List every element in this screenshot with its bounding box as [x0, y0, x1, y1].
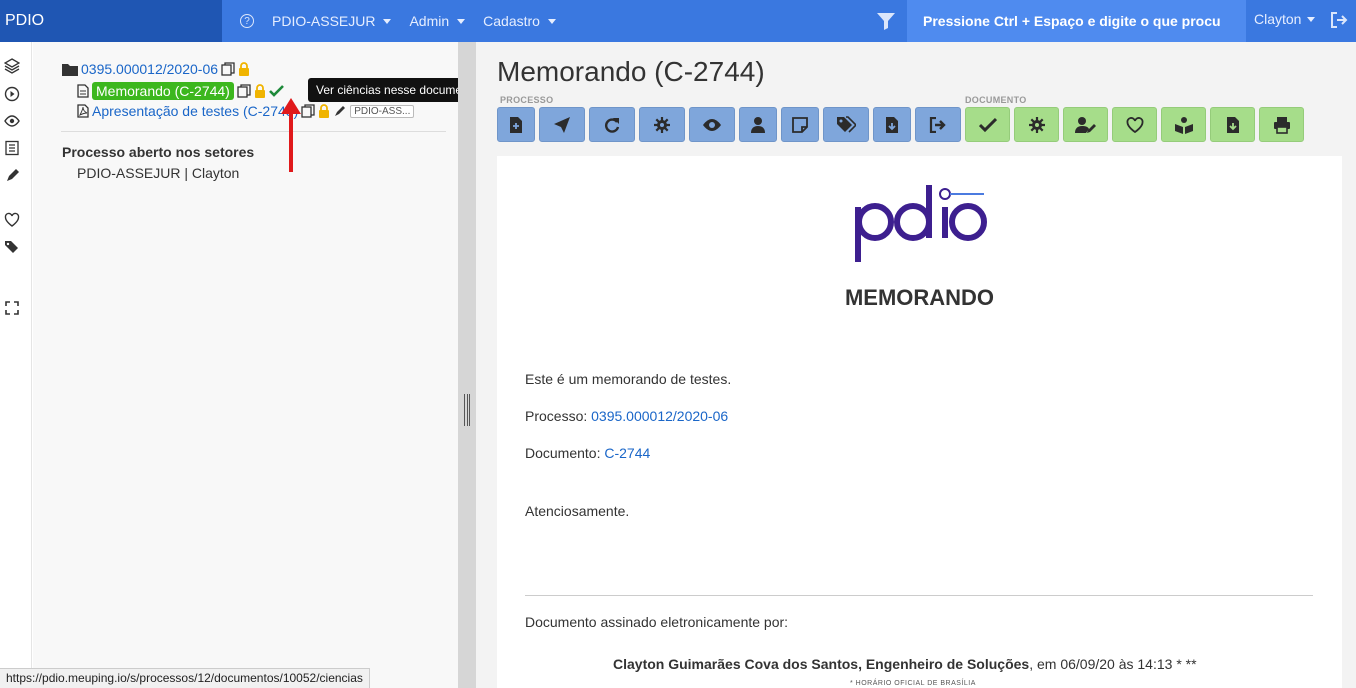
exit-process-button[interactable]: [915, 107, 961, 142]
filter-icon[interactable]: [876, 11, 896, 31]
document-reference-link[interactable]: C-2744: [604, 445, 650, 461]
signature-icon[interactable]: [333, 104, 347, 118]
favorite-button[interactable]: [1112, 107, 1157, 142]
sectors-heading: Processo aberto nos setores: [62, 144, 255, 160]
sticky-note-icon: [792, 116, 808, 133]
new-document-button[interactable]: [497, 107, 535, 142]
sectors-value: PDIO-ASSEJUR | Clayton: [77, 165, 240, 181]
menu-admin[interactable]: Admin: [409, 13, 466, 29]
download-document-button[interactable]: [1210, 107, 1255, 142]
user-icon: [751, 116, 765, 133]
send-button[interactable]: [539, 107, 585, 142]
top-navbar: PDIO ? PDIO-ASSEJUR Admin Cadastro Press…: [0, 0, 1356, 42]
tree-document-row[interactable]: Memorando (C-2744): [77, 82, 284, 100]
file-icon: [77, 84, 89, 98]
tags-button[interactable]: [823, 107, 869, 142]
chevron-down-icon: [383, 18, 392, 24]
document-tree-panel: 0395.000012/2020-06 Memorando (C-2744) A…: [33, 42, 458, 688]
menu-cadastro[interactable]: Cadastro: [483, 13, 556, 29]
panel-splitter[interactable]: [458, 42, 476, 688]
document-heading: MEMORANDO: [844, 285, 995, 310]
gear-icon: [654, 116, 670, 133]
tags-icon[interactable]: [4, 239, 20, 255]
redo-icon: [605, 117, 620, 133]
lock-icon: [319, 104, 330, 118]
menu-sector[interactable]: PDIO-ASSEJUR: [272, 13, 392, 29]
eye-icon[interactable]: [4, 113, 20, 129]
reload-button[interactable]: [589, 107, 635, 142]
sign-out-icon: [929, 116, 946, 133]
process-line: Processo: 0395.000012/2020-06: [525, 408, 729, 424]
action-toolbar: [497, 107, 1304, 142]
file-plus-icon: [510, 116, 522, 133]
list-icon[interactable]: [4, 140, 20, 156]
red-arrow-annotation: [281, 98, 301, 172]
heart-icon: [1126, 116, 1143, 133]
layers-icon[interactable]: [4, 58, 20, 74]
icon-rail: [0, 42, 32, 688]
process-settings-button[interactable]: [639, 107, 685, 142]
document-group-label: DOCUMENTO: [965, 95, 1027, 105]
book-reader-icon: [1174, 116, 1193, 134]
copy-icon[interactable]: [221, 62, 235, 76]
file-download-icon: [1226, 116, 1239, 133]
quick-search-input[interactable]: Pressione Ctrl + Espaço e digite o que p…: [907, 0, 1246, 42]
tree-process-row[interactable]: 0395.000012/2020-06: [62, 61, 250, 77]
document-body: Este é um memorando de testes.: [525, 371, 732, 387]
eye-icon: [703, 118, 721, 131]
expand-icon[interactable]: [4, 300, 20, 316]
file-download-icon: [886, 116, 898, 133]
chevron-down-icon: [547, 18, 556, 24]
user-button[interactable]: [739, 107, 777, 142]
pen-icon[interactable]: [4, 168, 20, 184]
user-edit-icon: [1074, 116, 1096, 133]
download-process-button[interactable]: [873, 107, 911, 142]
signed-by-label: Documento assinado eletronicamente por:: [525, 614, 789, 630]
signature-divider: [525, 595, 1313, 596]
acknowledge-button[interactable]: [965, 107, 1010, 142]
sector-tag: PDIO-ASS...: [350, 104, 415, 118]
tags-icon: [837, 115, 856, 133]
folder-icon: [62, 64, 78, 76]
user-menu[interactable]: Clayton: [1254, 11, 1316, 27]
chevron-down-icon: [457, 18, 466, 24]
copy-icon[interactable]: [237, 84, 251, 98]
play-circle-icon[interactable]: [4, 86, 20, 102]
process-link[interactable]: 0395.000012/2020-06: [81, 61, 218, 77]
paper-plane-icon: [554, 116, 570, 133]
closing-text: Atenciosamente.: [525, 503, 630, 519]
help-icon[interactable]: ?: [240, 14, 254, 28]
selected-document-badge[interactable]: Memorando (C-2744): [92, 82, 234, 100]
document-line: Documento: C-2744: [525, 445, 651, 461]
divider: [61, 131, 446, 132]
print-icon: [1273, 116, 1290, 134]
process-group-label: PROCESSO: [500, 95, 554, 105]
document-settings-button[interactable]: [1014, 107, 1059, 142]
lock-icon: [239, 62, 250, 76]
check-icon: [978, 117, 997, 132]
document-link[interactable]: Apresentação de testes (C-2745): [92, 103, 298, 119]
process-reference-link[interactable]: 0395.000012/2020-06: [591, 408, 728, 424]
print-button[interactable]: [1259, 107, 1304, 142]
page-title: Memorando (C-2744): [497, 56, 765, 87]
view-button[interactable]: [689, 107, 735, 142]
tree-document-row[interactable]: Apresentação de testes (C-2745) PDIO-ASS…: [77, 103, 415, 119]
pdf-file-icon: [77, 104, 89, 118]
footnote: * HORÁRIO OFICIAL DE BRASÍLIA: [850, 680, 976, 687]
signature-line: Clayton Guimarães Cova dos Santos, Engen…: [613, 656, 1197, 672]
brand-logo[interactable]: PDIO: [0, 0, 222, 42]
user-edit-button[interactable]: [1063, 107, 1108, 142]
splitter-grip[interactable]: [464, 394, 470, 426]
lock-icon: [254, 84, 265, 98]
logout-icon[interactable]: [1330, 12, 1348, 28]
note-button[interactable]: [781, 107, 819, 142]
chevron-down-icon: [1307, 16, 1316, 22]
pdio-logo: [855, 185, 987, 262]
heart-icon[interactable]: [4, 212, 20, 228]
gear-icon: [1028, 116, 1045, 133]
link-status-bar: https://pdio.meuping.io/s/processos/12/d…: [0, 668, 370, 688]
read-button[interactable]: [1161, 107, 1206, 142]
